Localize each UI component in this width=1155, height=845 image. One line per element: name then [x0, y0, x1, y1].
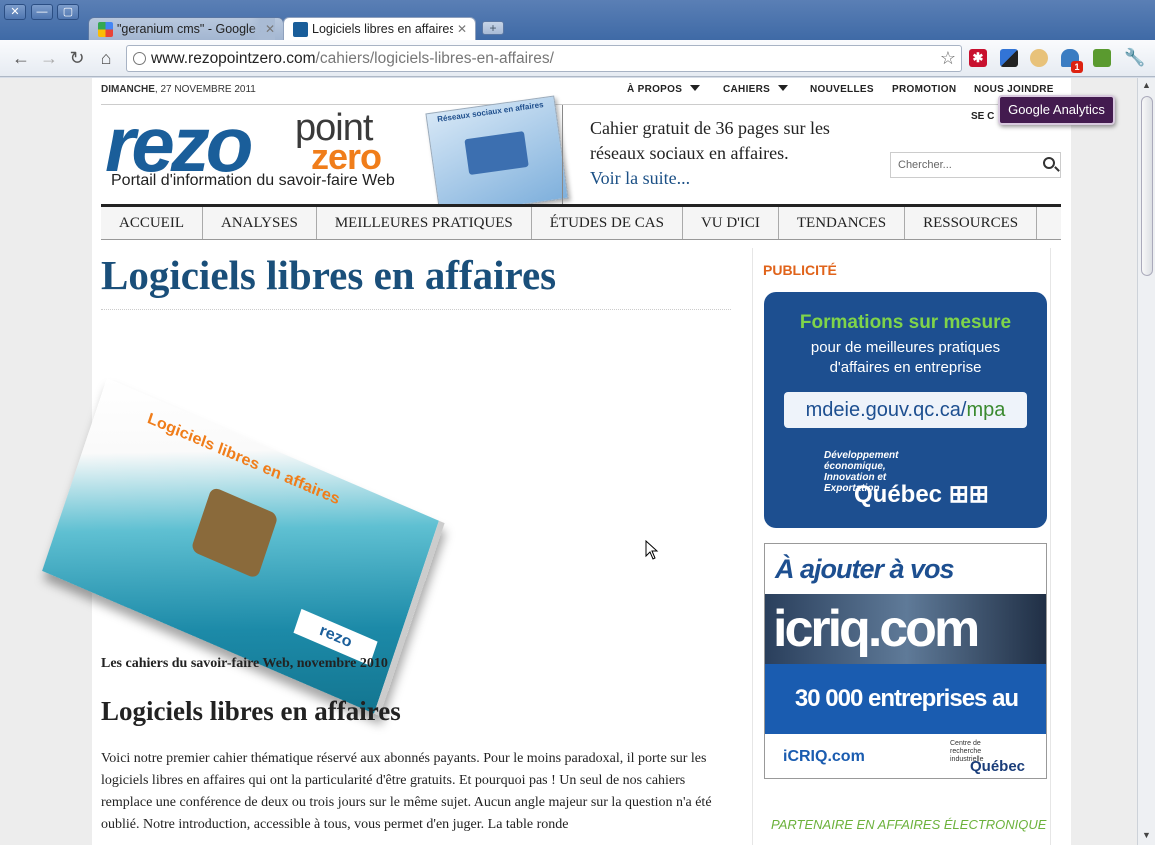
- google-favicon-icon: [98, 22, 113, 37]
- tab-close-icon[interactable]: ✕: [250, 18, 275, 40]
- sidebar: PUBLICITÉ Formations sur mesure pour de …: [752, 248, 1051, 845]
- nav-meilleures-pratiques[interactable]: MEILLEURES PRATIQUES: [317, 207, 532, 239]
- url-domain: www.rezopointzero.com: [151, 50, 316, 67]
- tab-logiciels-libres[interactable]: Logiciels libres en affaires ✕: [283, 17, 476, 40]
- logo-subtitle: Portail d'information du savoir-faire We…: [111, 172, 395, 189]
- vertical-scrollbar[interactable]: ▲ ▼: [1137, 78, 1155, 845]
- ad-line: pour de meilleures pratiques d'affaires e…: [764, 338, 1047, 378]
- site-logo[interactable]: rezo point zero Portail d'information du…: [105, 100, 405, 193]
- topnav-a-propos[interactable]: À PROPOS: [627, 84, 701, 95]
- mouse-cursor-icon: [645, 540, 659, 560]
- scroll-down-icon[interactable]: ▼: [1142, 830, 1151, 840]
- chevron-down-icon: [690, 85, 701, 91]
- promo-text: Cahier gratuit de 36 pages sur les résea…: [590, 118, 830, 163]
- se-connecter-link[interactable]: SE C: [971, 111, 994, 122]
- tab-title: "geranium cms" - Google S: [117, 22, 268, 36]
- ad-icriq-top: À ajouter à vos favoris...: [765, 544, 1046, 634]
- magazine-illustration: [464, 131, 529, 176]
- ad-icriq-footer: iCRIQ.com Centre de recherche industriel…: [765, 734, 1046, 778]
- forward-arrow-icon[interactable]: →: [38, 47, 60, 69]
- ad-url: mdeie.gouv.qc.ca/mpa: [784, 392, 1027, 428]
- back-arrow-icon[interactable]: ←: [10, 47, 32, 69]
- maximize-window-button[interactable]: ▢: [57, 4, 79, 20]
- date-rest: , 27 NOVEMBRE 2011: [154, 84, 256, 95]
- ad-line: Formations sur mesure: [799, 312, 1012, 333]
- globe-icon: [133, 52, 146, 65]
- logo-rezo: rezo: [105, 100, 253, 188]
- icriq-logo: iCRIQ.com: [783, 748, 865, 765]
- window-titlebar: ✕ — ▢ "geranium cms" - Google S ✕ Logici…: [0, 0, 1155, 40]
- rezo-favicon-icon: [293, 22, 308, 37]
- article-caption: Les cahiers du savoir-faire Web, novembr…: [101, 656, 388, 671]
- promo-link[interactable]: Voir la suite...: [590, 166, 880, 191]
- topnav-nous-joindre[interactable]: NOUS JOINDRE: [974, 84, 1054, 95]
- tab-title: Logiciels libres en affaires: [312, 22, 456, 36]
- evernote-icon[interactable]: [1093, 49, 1111, 67]
- article-paragraph: Voici notre premier cahier thématique ré…: [101, 751, 712, 832]
- nav-accueil[interactable]: ACCUEIL: [101, 207, 203, 239]
- ad-url-main: mdeie.gouv.qc.ca/: [805, 399, 967, 421]
- ad-icriq-logo: icriq.com: [765, 594, 1046, 664]
- tab-close-icon[interactable]: ✕: [452, 18, 467, 40]
- nav-vu-d-ici[interactable]: VU D'ICI: [683, 207, 779, 239]
- home-icon[interactable]: ⌂: [95, 47, 117, 69]
- search-icon[interactable]: [1043, 157, 1055, 169]
- delicious-icon[interactable]: [1000, 49, 1018, 67]
- google-analytics-tooltip: Google Analytics: [998, 95, 1115, 125]
- address-bar[interactable]: www.rezopointzero.com/cahiers/logiciels-…: [126, 45, 962, 72]
- title-divider: [101, 309, 731, 310]
- chevron-down-icon: [778, 85, 789, 91]
- quebec-logo: Québec ⊞⊞: [854, 481, 989, 508]
- topnav-promotion[interactable]: PROMOTION: [892, 84, 956, 95]
- nav-etudes-de-cas[interactable]: ÉTUDES DE CAS: [532, 207, 683, 239]
- tab-google-search[interactable]: "geranium cms" - Google S ✕: [88, 17, 284, 40]
- topnav-nouvelles[interactable]: NOUVELLES: [810, 84, 874, 95]
- new-tab-button[interactable]: +: [482, 21, 504, 35]
- cookie-icon[interactable]: [1030, 49, 1048, 67]
- scroll-up-icon[interactable]: ▲: [1142, 80, 1151, 90]
- url-path: /cahiers/logiciels-libres-en-affaires/: [315, 50, 554, 67]
- date-line: DIMANCHE, 27 NOVEMBRE 2011: [101, 84, 256, 95]
- ad-icriq-tagline: 30 000 entreprises au Québec: [765, 664, 1046, 778]
- nav-ressources[interactable]: RESSOURCES: [905, 207, 1038, 239]
- sidebar-heading: PUBLICITÉ: [763, 262, 837, 278]
- ad-icriq-banner[interactable]: À ajouter à vos favoris... icriq.com 30 …: [764, 543, 1047, 779]
- nav-tendances[interactable]: TENDANCES: [779, 207, 906, 239]
- lastpass-icon[interactable]: ✱: [969, 49, 987, 67]
- wrench-icon[interactable]: 🔧: [1124, 49, 1145, 67]
- search-input[interactable]: Chercher...: [890, 152, 1061, 178]
- extension-badge: 1: [1071, 61, 1083, 73]
- search-placeholder: Chercher...: [898, 159, 952, 171]
- magazine-cover-image[interactable]: Réseaux sociaux en affaires: [425, 95, 569, 217]
- partner-heading: PARTENAIRE EN AFFAIRES ÉLECTRONIQUE: [771, 817, 1047, 832]
- date-day: DIMANCHE: [101, 84, 155, 95]
- browser-toolbar: ← → ↻ ⌂ www.rezopointzero.com/cahiers/lo…: [0, 40, 1155, 77]
- topnav-label: À PROPOS: [627, 84, 683, 95]
- ad-mdeie-banner[interactable]: Formations sur mesure pour de meilleures…: [764, 292, 1047, 528]
- promo-block: Cahier gratuit de 36 pages sur les résea…: [590, 116, 880, 191]
- book-cover-title: Logiciels libres en affaires: [145, 410, 342, 509]
- topnav-label: CAHIERS: [723, 84, 771, 95]
- nav-analyses[interactable]: ANALYSES: [203, 207, 317, 239]
- close-window-button[interactable]: ✕: [4, 4, 26, 20]
- reload-icon[interactable]: ↻: [66, 47, 88, 69]
- page-title: Logiciels libres en affaires: [101, 252, 557, 298]
- web-page: DIMANCHE, 27 NOVEMBRE 2011 À PROPOS CAHI…: [0, 78, 1137, 845]
- trojan-horse-illustration: [190, 486, 279, 580]
- logo-zero: zero: [311, 136, 382, 177]
- main-navigation: ACCUEIL ANALYSES MEILLEURES PRATIQUES ÉT…: [101, 204, 1061, 240]
- minimize-window-button[interactable]: —: [31, 4, 53, 20]
- ad-line-2: pour de meilleures pratiques: [810, 339, 1001, 356]
- ad-line-3: d'affaires en entreprise: [829, 359, 982, 376]
- ad-url-end: mpa: [966, 399, 1006, 421]
- article-heading: Logiciels libres en affaires: [101, 696, 401, 726]
- scrollbar-thumb[interactable]: [1141, 96, 1153, 276]
- topnav-cahiers[interactable]: CAHIERS: [723, 84, 789, 95]
- bookmark-star-icon[interactable]: ☆: [940, 46, 956, 71]
- header-separator: [562, 105, 563, 205]
- quebec-logo: Québec: [970, 758, 1026, 775]
- page-content: DIMANCHE, 27 NOVEMBRE 2011 À PROPOS CAHI…: [42, 78, 1071, 845]
